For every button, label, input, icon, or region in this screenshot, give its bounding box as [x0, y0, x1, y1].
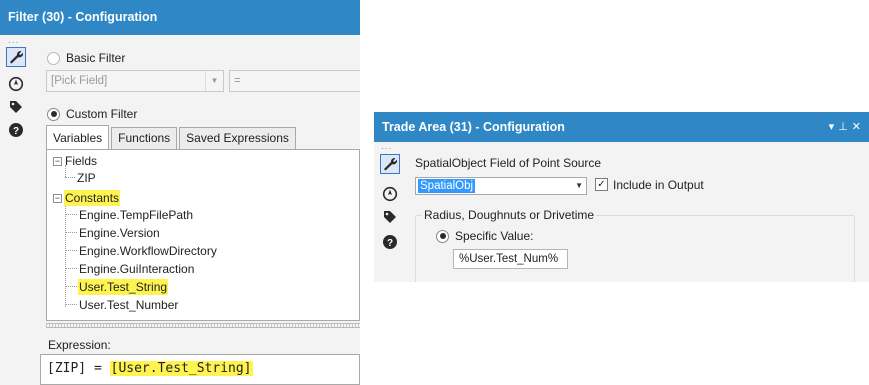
tree-node-fields[interactable]: Fields — [65, 153, 97, 169]
pick-field-value: [Pick Field] — [51, 75, 108, 87]
close-icon[interactable]: ✕ — [852, 112, 861, 142]
expression-label: Expression: — [48, 338, 111, 352]
help-icon[interactable]: ? — [6, 120, 26, 140]
fields-collapse-toggle[interactable]: − — [53, 157, 62, 166]
filter-panel-title: Filter (30) - Configuration — [0, 0, 360, 35]
tree-node-zip[interactable]: ZIP — [77, 170, 96, 186]
wrench-icon[interactable] — [380, 154, 400, 174]
custom-filter-label: Custom Filter — [66, 107, 138, 121]
compass-icon[interactable] — [6, 74, 26, 94]
expression-prefix: [ZIP] = — [47, 361, 110, 376]
chevron-down-icon[interactable]: ▼ — [205, 71, 223, 91]
spatial-field-value: SpatialObj — [418, 179, 476, 193]
sidebar-handle: ... — [381, 141, 393, 152]
tree-node-engine-version[interactable]: Engine.Version — [79, 225, 160, 241]
tab-variables[interactable]: Variables — [46, 125, 110, 149]
variables-tree: − Fields ZIP − Constants Engine.TempFile… — [46, 149, 360, 321]
specific-value-label: Specific Value: — [455, 229, 534, 243]
sidebar-handle: ... — [8, 35, 20, 46]
help-icon[interactable]: ? — [380, 232, 400, 252]
panel-menu-icon[interactable]: ▾ — [829, 112, 835, 142]
tab-functions[interactable]: Functions — [111, 127, 178, 149]
expression-splitter[interactable] — [46, 323, 360, 328]
specific-value-radio-circle[interactable] — [436, 229, 449, 243]
spatial-field-label: SpatialObject Field of Point Source — [415, 156, 602, 170]
wrench-icon[interactable] — [6, 47, 26, 67]
specific-value-input[interactable]: %User.Test_Num% — [453, 249, 568, 269]
custom-filter-radio[interactable]: Custom Filter — [47, 107, 137, 121]
title-controls: ▾ ⊥ ✕ — [829, 112, 861, 142]
expression-editor[interactable]: [ZIP] = [User.Test_String] — [40, 354, 360, 385]
svg-text:?: ? — [387, 238, 393, 249]
spatial-field-dropdown[interactable]: SpatialObj ▼ — [415, 177, 587, 195]
constants-collapse-toggle[interactable]: − — [53, 194, 62, 203]
basic-filter-label: Basic Filter — [66, 51, 126, 65]
compass-icon[interactable] — [380, 184, 400, 204]
tree-node-user-test-number[interactable]: User.Test_Number — [79, 297, 178, 313]
svg-text:?: ? — [13, 126, 19, 137]
include-output-checkbox[interactable]: ✓ — [595, 178, 608, 191]
tree-node-engine-guiinteraction[interactable]: Engine.GuiInteraction — [79, 261, 194, 277]
include-output-label: Include in Output — [613, 178, 704, 192]
specific-value-radio[interactable]: Specific Value: — [436, 229, 534, 243]
tree-node-constants[interactable]: Constants — [64, 190, 121, 206]
pin-icon[interactable]: ⊥ — [838, 112, 848, 142]
basic-filter-radio-circle[interactable] — [47, 51, 60, 65]
filter-config-panel: Filter (30) - Configuration ... ? Basic … — [0, 0, 360, 385]
radius-group-label: Radius, Doughnuts or Drivetime — [422, 208, 597, 222]
tree-node-engine-workflowdirectory[interactable]: Engine.WorkflowDirectory — [79, 243, 217, 259]
expression-highlighted-variable: [User.Test_String] — [109, 361, 253, 376]
variables-tabbar: Variables Functions Saved Expressions — [46, 125, 298, 149]
trade-area-config-panel: Trade Area (31) - Configuration ▾ ⊥ ✕ ..… — [374, 112, 869, 282]
pick-field-dropdown[interactable]: [Pick Field] ▼ — [46, 70, 224, 92]
custom-filter-radio-circle[interactable] — [47, 107, 60, 121]
basic-filter-radio[interactable]: Basic Filter — [47, 51, 125, 65]
tree-node-engine-tempfilepath[interactable]: Engine.TempFilePath — [79, 207, 193, 223]
trade-panel-title: Trade Area (31) - Configuration — [374, 112, 869, 142]
operator-dropdown[interactable]: = — [229, 70, 360, 92]
tree-node-user-test-string[interactable]: User.Test_String — [78, 279, 169, 295]
tag-icon[interactable] — [380, 207, 400, 227]
tab-saved-expressions[interactable]: Saved Expressions — [179, 127, 296, 149]
tag-icon[interactable] — [6, 97, 26, 117]
operator-value: = — [234, 75, 241, 87]
chevron-down-icon[interactable]: ▼ — [575, 178, 583, 194]
